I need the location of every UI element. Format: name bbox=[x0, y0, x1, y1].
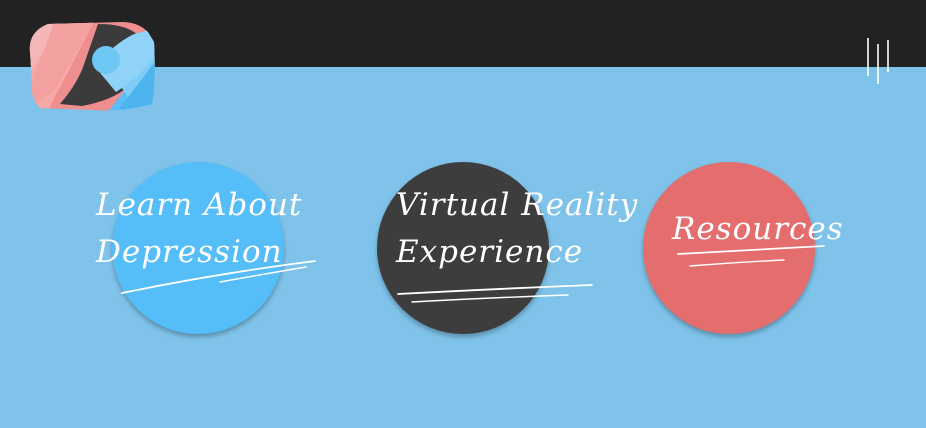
learn-line-2: Depression bbox=[96, 234, 283, 270]
vr-line-2: Experience bbox=[396, 234, 584, 270]
learn-line-1: Learn About bbox=[96, 187, 303, 223]
brain-logo-icon[interactable] bbox=[26, 18, 158, 114]
landing-page: Learn About Depression Virtual Reality E… bbox=[0, 0, 926, 428]
resources-line-1: Resources bbox=[672, 211, 844, 247]
resources-link[interactable]: Resources bbox=[672, 206, 844, 253]
vr-line-1: Virtual Reality bbox=[396, 187, 639, 223]
virtual-reality-experience-link[interactable]: Virtual Reality Experience bbox=[396, 182, 638, 276]
menu-lines-icon[interactable] bbox=[862, 34, 894, 86]
learn-about-depression-link[interactable]: Learn About Depression bbox=[96, 182, 302, 276]
